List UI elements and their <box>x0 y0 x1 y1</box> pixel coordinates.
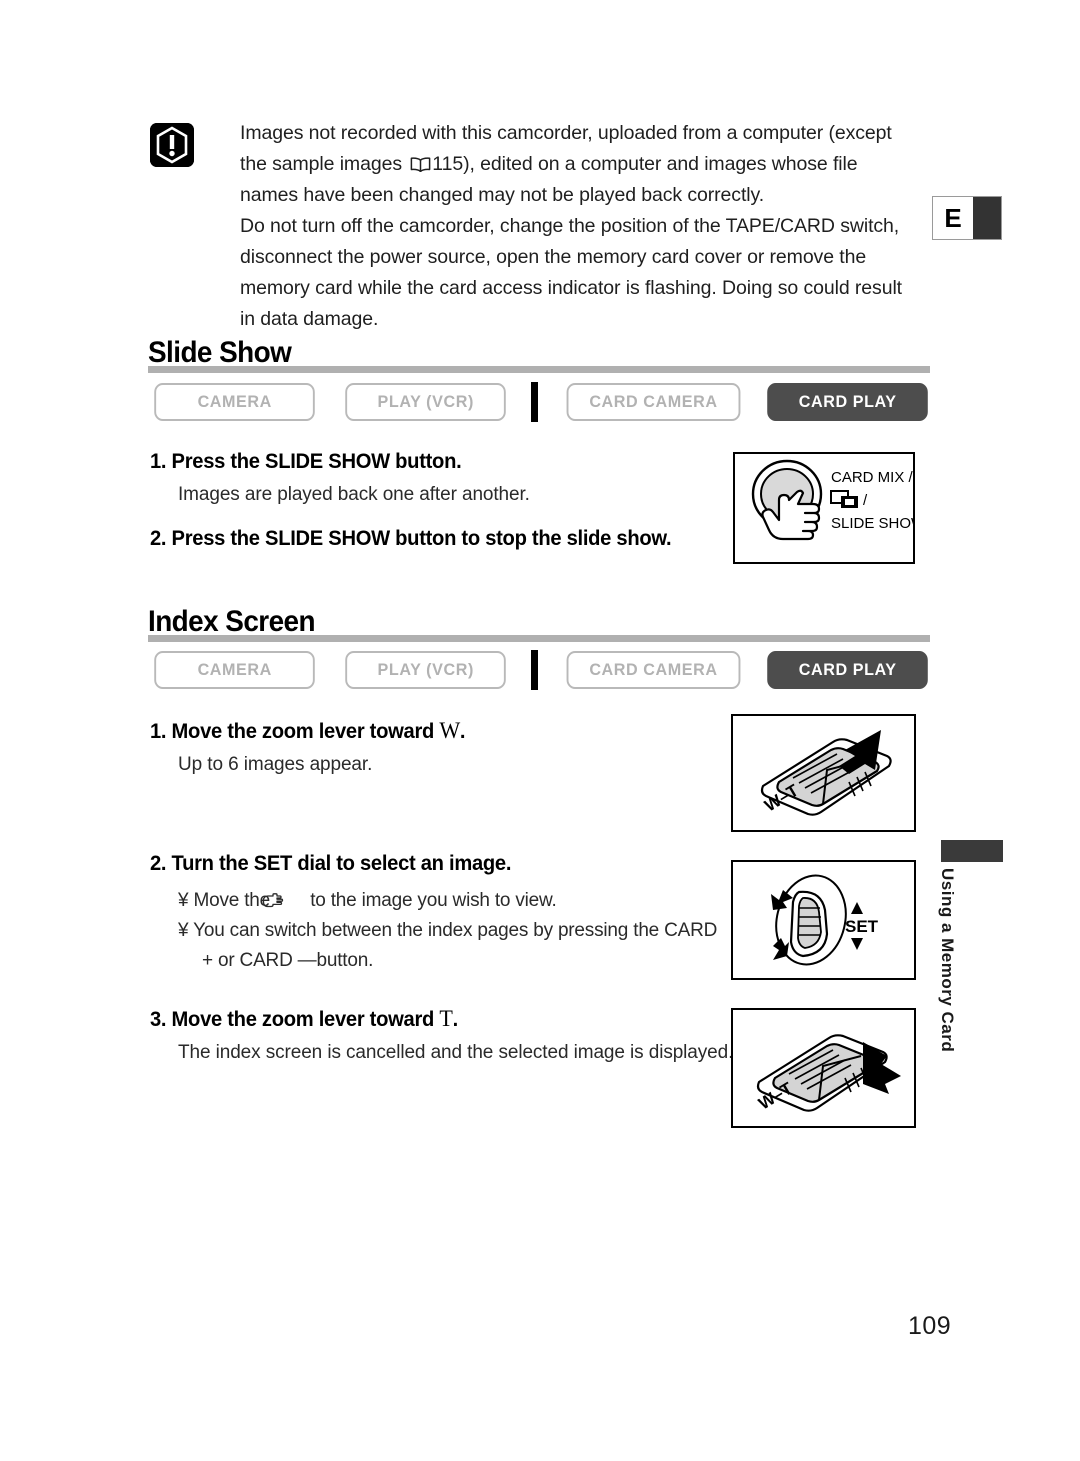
index-step-3-title-after: . <box>452 1008 459 1031</box>
mode-pill-play-vcr[interactable]: PLAY (VCR) <box>345 651 507 689</box>
index-step-3-title-before: 3. Move the zoom lever toward <box>150 1008 440 1031</box>
warning-exclamation-icon <box>150 123 194 167</box>
index-screen-heading-text: Index Screen <box>148 605 316 638</box>
index-step-1-title-before: 1. Move the zoom lever toward <box>150 720 440 743</box>
warning-note: Images not recorded with this camcorder,… <box>150 118 920 335</box>
warning-text: Images not recorded with this camcorder,… <box>240 118 920 335</box>
slide-show-step-1-title: 1. Press the SLIDE SHOW button. <box>150 450 462 473</box>
warning-paragraph-2: Do not turn off the camcorder, change th… <box>240 215 902 330</box>
mode-group-separator <box>530 650 538 690</box>
bullet-2-line-2: + or CARD —button. <box>202 950 374 971</box>
chapter-tab-bar <box>941 840 1003 862</box>
list-item: ¥ Move the to the image you wish to view… <box>178 886 738 916</box>
bullet-2-line-1: You can switch between the index pages b… <box>193 920 718 941</box>
index-step-1-key: W <box>439 718 460 743</box>
mode-pill-camera[interactable]: CAMERA <box>154 383 316 421</box>
index-step-3-key: T <box>439 1006 453 1031</box>
open-book-icon <box>410 151 431 173</box>
mode-pill-card-camera[interactable]: CARD CAMERA <box>566 383 740 421</box>
zoom-lever-toward-w-illustration: W–T <box>731 714 916 832</box>
index-screen-mode-row: CAMERA PLAY (VCR) CARD CAMERA CARD PLAY <box>150 650 932 690</box>
chapter-tab: Using a Memory Card <box>930 868 964 1078</box>
warning-page-reference: 115 <box>432 153 464 175</box>
index-step-1-title: 1. Move the zoom lever toward W. <box>150 718 466 744</box>
zoom-lever-toward-t-illustration: W–T <box>731 1008 916 1128</box>
bullet-1-after: to the image you wish to view. <box>305 890 557 911</box>
mode-pill-card-play[interactable]: CARD PLAY <box>766 651 928 689</box>
mode-pill-play-vcr[interactable]: PLAY (VCR) <box>345 383 507 421</box>
mode-pill-card-camera[interactable]: CARD CAMERA <box>566 651 740 689</box>
index-screen-heading: Index Screen <box>148 605 930 645</box>
bullet-marker: ¥ <box>178 890 189 911</box>
set-dial-label: SET <box>845 917 879 936</box>
index-step-2-title: 2. Turn the SET dial to select an image. <box>150 852 512 875</box>
illus-label-card-mix: CARD MIX / <box>831 469 913 486</box>
bullet-marker: ¥ <box>178 920 189 941</box>
language-tab: E <box>932 196 1002 240</box>
index-step-2-bullets: ¥ Move the to the image you wish to view… <box>178 886 738 976</box>
card-mix-slide-show-button-illustration: CARD MIX / / SLIDE SHOW <box>733 452 915 564</box>
svg-text:/: / <box>863 492 868 509</box>
warning-paragraph-1: Images not recorded with this camcorder,… <box>240 118 920 211</box>
index-step-3-title: 3. Move the zoom lever toward T. <box>150 1006 458 1032</box>
slide-show-step-1-body: Images are played back one after another… <box>178 484 530 505</box>
index-step-1-title-after: . <box>459 720 466 743</box>
card-mix-icon <box>830 490 858 508</box>
mode-group-separator <box>530 382 538 422</box>
index-step-1-body: Up to 6 images appear. <box>178 754 373 775</box>
slide-show-step-2-title: 2. Press the SLIDE SHOW button to stop t… <box>150 527 672 550</box>
mode-pill-card-play[interactable]: CARD PLAY <box>766 383 928 421</box>
page-number: 109 <box>908 1312 952 1340</box>
slide-show-heading: Slide Show <box>148 336 930 376</box>
language-tab-letter: E <box>933 197 973 239</box>
set-dial-illustration: SET <box>731 860 916 980</box>
pointing-hand-icon <box>262 888 302 908</box>
mode-pill-camera[interactable]: CAMERA <box>154 651 316 689</box>
index-step-3-body: The index screen is cancelled and the se… <box>178 1042 734 1063</box>
list-item: ¥ You can switch between the index pages… <box>178 916 738 976</box>
slide-show-heading-text: Slide Show <box>148 336 292 369</box>
slide-show-mode-row: CAMERA PLAY (VCR) CARD CAMERA CARD PLAY <box>150 382 932 422</box>
chapter-tab-label: Using a Memory Card <box>938 868 957 1053</box>
illus-label-slide-show: SLIDE SHOW <box>831 515 913 532</box>
